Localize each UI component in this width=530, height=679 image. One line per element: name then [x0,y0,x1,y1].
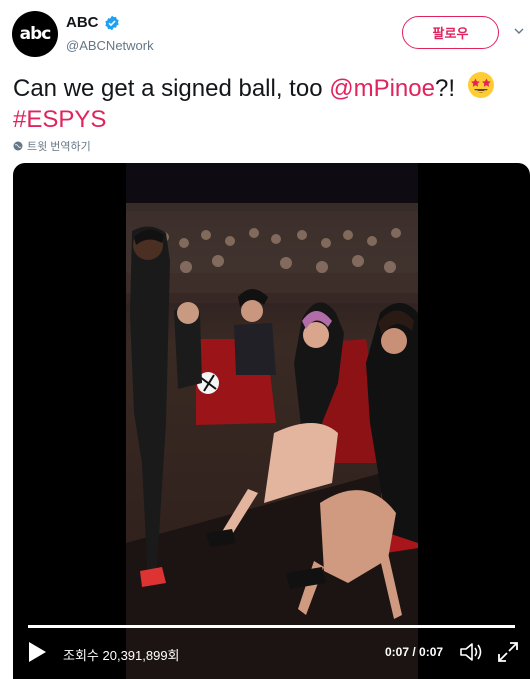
account-handle[interactable]: @ABCNetwork [66,38,154,53]
view-count: 조회수 20,391,899회 [63,648,180,663]
progress-fill [28,625,515,628]
video-time: 0:07 / 0:07 [385,645,444,659]
verified-badge-icon [104,15,119,30]
mention-link[interactable]: @mPinoe [329,75,435,102]
tweet-header: abc ABC @ABCNetwork 팔로우 [0,0,530,66]
star-struck-emoji-icon [467,72,494,98]
follow-button[interactable]: 팔로우 [402,16,499,49]
play-icon[interactable] [27,641,47,663]
display-name[interactable]: ABC [66,14,99,31]
fullscreen-icon[interactable] [497,641,519,663]
avatar-logo-text: abc [19,24,52,44]
progress-bar[interactable] [28,625,515,628]
name-row: ABC [66,14,120,31]
tweet-text-part: ?! [434,75,455,102]
volume-icon[interactable] [459,641,483,663]
translate-tweet-link[interactable]: 트윗 번역하기 [13,138,91,154]
tweet-text: Can we get a signed ball, too @mPinoe?! … [13,70,523,135]
globe-icon [13,141,23,151]
video-controls: 조회수 20,391,899회 0:07 / 0:07 [13,619,530,679]
translate-label: 트윗 번역하기 [27,141,91,153]
video-frame [126,163,418,679]
tweet-text-part: Can we get a signed ball, too [13,75,330,102]
video-player[interactable]: 조회수 20,391,899회 0:07 / 0:07 [13,163,530,679]
chevron-down-icon[interactable] [514,26,524,36]
avatar[interactable]: abc [12,11,58,57]
hashtag-link[interactable]: #ESPYS [13,106,106,133]
